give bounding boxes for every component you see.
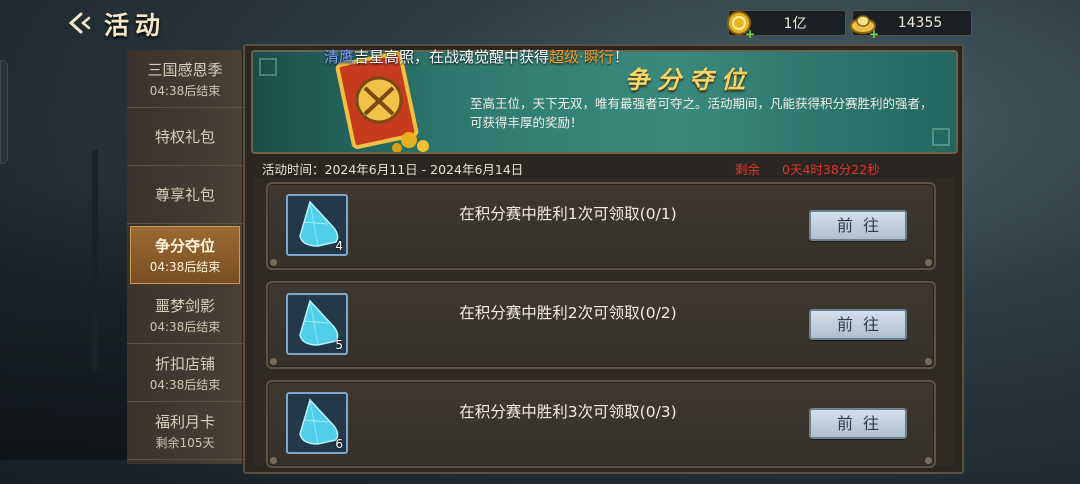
activity-sidebar: 三国感恩季 04:38后结束 特权礼包 尊享礼包 争分夺位 04:38后结束 噩… [127, 50, 243, 464]
sidebar-item-label: 折扣店铺 [154, 354, 215, 373]
sidebar-item-monthly-card[interactable]: 福利月卡 剩余105天 [127, 402, 243, 460]
sidebar-item-label: 噩梦剑影 [154, 296, 215, 315]
ticker-player-name: 清鹰 [324, 48, 355, 66]
sidebar-item-ranking[interactable]: 争分夺位 04:38后结束 [130, 226, 240, 284]
corner-rivet-icon [270, 457, 277, 464]
sidebar-item-discount-shop[interactable]: 折扣店铺 04:38后结束 [127, 344, 243, 402]
sidebar-item-timer: 04:38后结束 [149, 377, 221, 392]
sidebar-item-timer: 04:38后结束 [149, 319, 221, 334]
back-arrow-icon [68, 12, 91, 34]
sidebar-item-label: 争分夺位 [154, 237, 215, 255]
task-row: 4 在积分赛中胜利1次可领取(0/1) 前往 [266, 182, 936, 270]
event-time: 活动时间：2024年6月11日 - 2024年6月14日 [262, 162, 524, 177]
go-button[interactable]: 前往 [809, 210, 907, 241]
edge-handle[interactable] [0, 60, 8, 164]
svg-text:+: + [869, 27, 879, 39]
remaining-countdown: 0天4时38分22秒 [782, 162, 880, 177]
sidebar-item-nightmare-sword[interactable]: 噩梦剑影 04:38后结束 [127, 286, 243, 344]
corner-rivet-icon [925, 259, 932, 266]
corner-rivet-icon [925, 358, 932, 365]
task-description: 在积分赛中胜利1次可领取(0/1) [459, 205, 677, 223]
sidebar-item-thanksgiving[interactable]: 三国感恩季 04:38后结束 [127, 50, 243, 108]
banner-title: 争分夺位 [625, 65, 753, 94]
sidebar-item-timer: 剩余105天 [155, 435, 215, 450]
sidebar-item-premium-pack[interactable]: 尊享礼包 [127, 166, 243, 224]
banner-description: 至高王位，天下无双，唯有最强者可夺之。活动期间，凡能获得积分赛胜利的强者，可获得… [470, 96, 933, 130]
go-button[interactable]: 前往 [809, 309, 907, 340]
sidebar-item-timer: 04:38后结束 [149, 83, 221, 98]
sidebar-item-label: 尊享礼包 [154, 186, 215, 204]
corner-rivet-icon [270, 259, 277, 266]
broadcast-ticker: 清鹰吉星高照，在战魂觉醒中获得超级·瞬行！ [324, 46, 629, 68]
gold-resource[interactable]: + 1亿 [727, 10, 846, 39]
silver-resource[interactable]: + 14355 [850, 10, 972, 39]
reward-count: 6 [335, 437, 343, 451]
silver-ingot-icon: + [850, 15, 879, 39]
ticker-text-end: ！ [613, 48, 629, 66]
sidebar-item-label: 三国感恩季 [147, 60, 223, 79]
sidebar-item-label: 福利月卡 [154, 412, 215, 431]
task-row: 5 在积分赛中胜利2次可领取(0/2) 前往 [266, 281, 936, 369]
gold-coin-icon: + [727, 11, 755, 39]
reward-count: 5 [335, 338, 343, 352]
task-row: 6 在积分赛中胜利3次可领取(0/3) 前往 [266, 380, 936, 468]
background-mast [92, 150, 98, 370]
corner-pattern-icon [259, 58, 277, 76]
sidebar-item-privilege-pack[interactable]: 特权礼包 [127, 108, 243, 166]
sidebar-item-label: 特权礼包 [154, 128, 215, 146]
corner-rivet-icon [925, 457, 932, 464]
back-button[interactable] [62, 8, 96, 38]
reward-item[interactable]: 4 [286, 194, 348, 256]
reward-count: 4 [335, 239, 343, 253]
corner-rivet-icon [270, 358, 277, 365]
svg-text:+: + [745, 27, 755, 39]
sidebar-item-timer: 04:38后结束 [149, 260, 221, 274]
remaining-label: 剩余 [735, 162, 761, 177]
reward-item[interactable]: 6 [286, 392, 348, 454]
go-button[interactable]: 前往 [809, 408, 907, 439]
ticker-highlight: 超级·瞬行 [549, 48, 614, 66]
page-title: 活动 [104, 11, 167, 40]
ticker-text: 吉星高照，在战魂觉醒中获得 [354, 48, 550, 66]
task-description: 在积分赛中胜利2次可领取(0/2) [459, 304, 677, 322]
reward-item[interactable]: 5 [286, 293, 348, 355]
task-description: 在积分赛中胜利3次可领取(0/3) [459, 403, 677, 421]
